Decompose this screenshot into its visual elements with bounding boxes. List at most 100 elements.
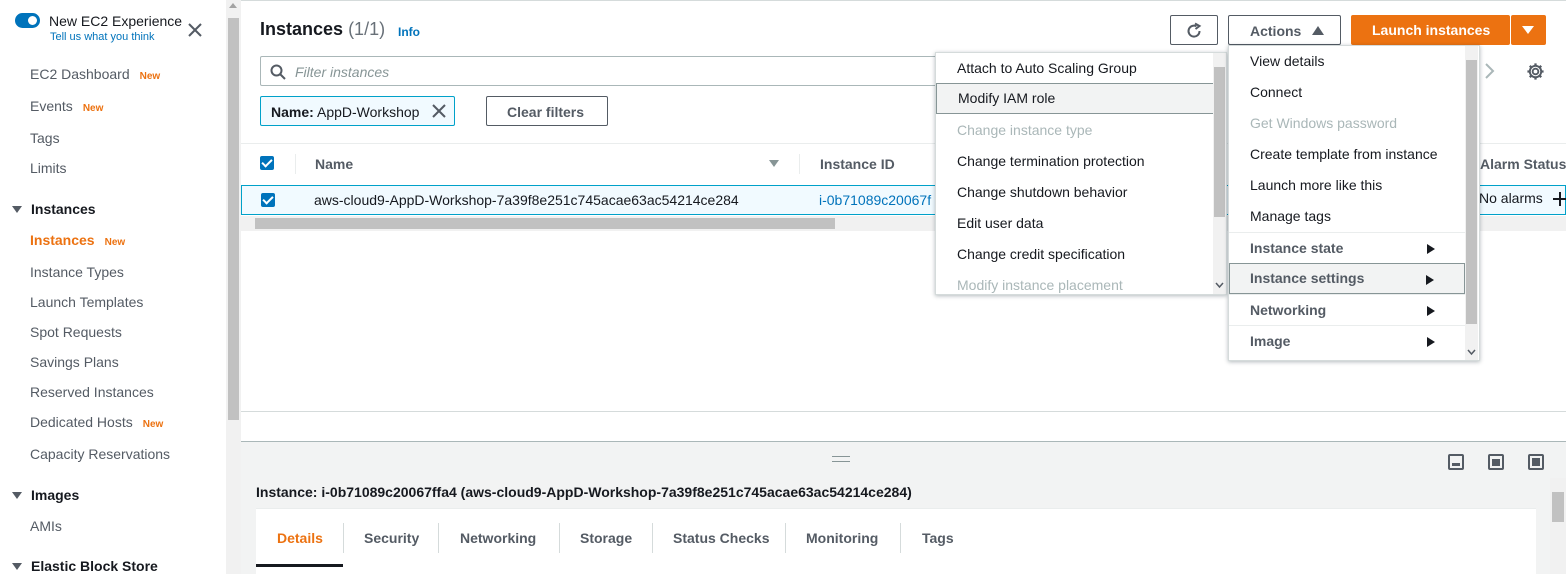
caret-down-icon [1522, 26, 1534, 34]
submenu-scroll-thumb[interactable] [1214, 67, 1225, 217]
panel-side-icon[interactable] [1488, 454, 1504, 470]
menu-item-create-template[interactable]: Create template from instance [1229, 139, 1479, 170]
sidebar-item-ec2-dashboard[interactable]: EC2 Dashboard New [30, 66, 160, 82]
row-checkbox[interactable] [261, 193, 275, 207]
column-header-alarm-status[interactable]: Alarm Status [1480, 156, 1566, 172]
refresh-button[interactable] [1170, 15, 1218, 45]
instance-detail-title: Instance: i-0b71089c20067ffa4 (aws-cloud… [256, 484, 912, 500]
menu-item-change-credit-specification[interactable]: Change credit specification [936, 239, 1226, 270]
launch-dropdown-button[interactable] [1511, 15, 1546, 45]
feedback-link[interactable]: Tell us what you think [50, 31, 155, 43]
sidebar-scrollbar[interactable] [226, 0, 241, 574]
tab-details[interactable]: Details [277, 530, 323, 546]
sidebar-item-savings-plans[interactable]: Savings Plans [30, 354, 119, 370]
tab-monitoring[interactable]: Monitoring [806, 530, 878, 546]
remove-token-icon[interactable] [432, 104, 446, 118]
details-scroll-thumb[interactable] [1552, 492, 1564, 522]
sort-icon[interactable] [769, 160, 779, 167]
sidebar-item-events[interactable]: Events New [30, 98, 103, 114]
table-scroll-thumb[interactable] [255, 218, 835, 229]
search-icon [270, 64, 286, 80]
tab-storage[interactable]: Storage [580, 530, 632, 546]
sidebar-section-instances[interactable]: Instances [12, 201, 96, 217]
actions-button[interactable]: Actions [1228, 15, 1341, 45]
panel-bottom-icon[interactable] [1448, 454, 1464, 470]
caret-down-icon [12, 206, 22, 213]
launch-instances-button[interactable]: Launch instances [1351, 15, 1510, 45]
new-badge: New [104, 237, 126, 248]
new-badge: New [142, 419, 164, 430]
chevron-down-icon[interactable] [1467, 348, 1476, 356]
new-experience-title: New EC2 Experience [49, 13, 183, 29]
new-badge: New [139, 71, 161, 82]
add-alarm-icon[interactable] [1553, 192, 1566, 206]
submenu-arrow-icon [1427, 306, 1435, 316]
filter-instances-input[interactable]: Filter instances [260, 56, 960, 86]
column-header-name[interactable]: Name [315, 156, 353, 172]
filter-placeholder: Filter instances [295, 64, 390, 80]
row-instance-id-link[interactable]: i-0b71089c20067f [819, 192, 931, 208]
actions-menu-scrollbar[interactable] [1465, 46, 1478, 360]
sidebar-scroll-thumb[interactable] [228, 18, 239, 420]
submenu-scrollbar[interactable] [1213, 53, 1226, 294]
sidebar-item-launch-templates[interactable]: Launch Templates [30, 294, 143, 310]
panel-full-icon[interactable] [1528, 454, 1544, 470]
divider [241, 0, 1566, 1]
sidebar-item-capacity-reservations[interactable]: Capacity Reservations [30, 446, 170, 462]
resize-handle[interactable] [832, 456, 850, 462]
menu-item-get-windows-password: Get Windows password [1250, 115, 1398, 131]
sidebar-section-images[interactable]: Images [12, 487, 79, 503]
menu-item-instance-state[interactable]: Instance state [1229, 232, 1465, 263]
sidebar-item-instances[interactable]: Instances New [30, 232, 125, 248]
caret-up-icon [1312, 26, 1324, 35]
tab-security[interactable]: Security [364, 530, 419, 546]
divider [241, 411, 1566, 412]
menu-item-attach-auto-scaling-group[interactable]: Attach to Auto Scaling Group [936, 53, 1226, 84]
menu-item-connect[interactable]: Connect [1229, 77, 1479, 108]
refresh-icon [1187, 22, 1202, 38]
sidebar-item-dedicated-hosts[interactable]: Dedicated Hosts New [30, 414, 163, 430]
select-all-checkbox[interactable] [260, 156, 274, 170]
menu-item-edit-user-data[interactable]: Edit user data [936, 208, 1226, 239]
tab-networking[interactable]: Networking [460, 530, 536, 546]
instance-count: (1/1) [348, 19, 386, 39]
sidebar-item-amis[interactable]: AMIs [30, 518, 62, 534]
menu-item-launch-more-like-this[interactable]: Launch more like this [1229, 170, 1479, 201]
chevron-down-icon[interactable] [1215, 281, 1224, 289]
filter-token: Name: AppD-Workshop [260, 96, 455, 126]
menu-item-modify-iam-role[interactable]: Modify IAM role [936, 83, 1214, 114]
sidebar-item-limits[interactable]: Limits [30, 160, 67, 176]
tab-tags[interactable]: Tags [922, 530, 954, 546]
caret-down-icon [12, 563, 22, 570]
tab-status-checks[interactable]: Status Checks [673, 530, 769, 546]
column-divider [295, 154, 296, 174]
scroll-up-icon[interactable] [229, 3, 237, 8]
row-name: aws-cloud9-AppD-Workshop-7a39f8e251c745a… [314, 192, 739, 208]
sidebar-item-reserved-instances[interactable]: Reserved Instances [30, 384, 154, 400]
menu-item-networking[interactable]: Networking [1229, 294, 1465, 325]
sidebar-section-elastic-block-store[interactable]: Elastic Block Store [12, 558, 158, 574]
row-alarm-status: No alarms [1479, 190, 1543, 206]
close-icon[interactable] [185, 20, 205, 40]
chevron-right-icon[interactable] [1484, 62, 1496, 80]
details-scrollbar[interactable] [1550, 478, 1566, 574]
filter-token-key: Name: [271, 104, 314, 120]
sidebar-item-tags[interactable]: Tags [30, 130, 60, 146]
sidebar-item-instance-types[interactable]: Instance Types [30, 264, 124, 280]
clear-filters-button[interactable]: Clear filters [486, 96, 608, 126]
menu-item-instance-settings[interactable]: Instance settings [1229, 263, 1465, 294]
menu-item-change-shutdown-behavior[interactable]: Change shutdown behavior [936, 177, 1226, 208]
menu-item-change-termination-protection[interactable]: Change termination protection [936, 146, 1226, 177]
actions-scroll-thumb[interactable] [1466, 60, 1477, 324]
tab-divider [785, 523, 786, 553]
gear-icon[interactable] [1526, 62, 1545, 81]
tab-divider [559, 523, 560, 553]
info-link[interactable]: Info [398, 25, 420, 39]
sidebar-item-spot-requests[interactable]: Spot Requests [30, 324, 122, 340]
menu-item-manage-tags[interactable]: Manage tags [1229, 201, 1479, 232]
new-experience-toggle[interactable] [15, 13, 40, 28]
menu-item-image[interactable]: Image [1229, 325, 1465, 356]
active-tab-indicator [256, 564, 343, 567]
column-header-instance-id[interactable]: Instance ID [820, 156, 895, 172]
menu-item-view-details[interactable]: View details [1229, 46, 1479, 77]
